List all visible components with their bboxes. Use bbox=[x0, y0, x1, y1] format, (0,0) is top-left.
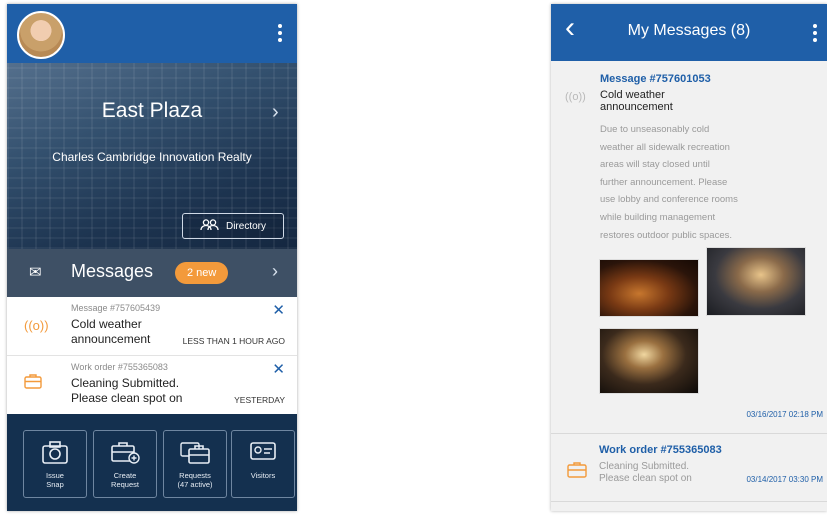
message-body-line: Due to unseasonably cold bbox=[600, 124, 710, 135]
page-title: My Messages (8) bbox=[627, 22, 751, 39]
message-body: Due to unseasonably cold weather all sid… bbox=[600, 121, 770, 244]
messages-list: ((o)) Message #757601053 Cold weather an… bbox=[551, 61, 827, 511]
notification-id: Message #757605439 bbox=[71, 303, 161, 313]
message-body-line: restores outdoor public spaces. bbox=[600, 229, 733, 241]
tile-label: Issue bbox=[46, 471, 64, 480]
messages-row[interactable]: ✉ Messages 2 new › bbox=[7, 249, 297, 297]
work-order-id: Work order #755365083 bbox=[599, 444, 722, 456]
message-body-line: areas will stay closed until bbox=[600, 159, 710, 171]
action-tiles: Issue Snap Create Request Requests (47 acti… bbox=[7, 414, 297, 511]
messages-screen: ‹ My Messages (8) ((o)) Message #7576010… bbox=[551, 4, 827, 511]
notification-time: LESS THAN 1 HOUR AGO bbox=[182, 336, 285, 346]
more-vert-icon[interactable] bbox=[278, 24, 282, 45]
message-date: 03/16/2017 02:18 PM bbox=[746, 410, 823, 419]
home-screen: East Plaza › Charles Cambridge Innovatio… bbox=[7, 4, 297, 511]
message-photo[interactable] bbox=[599, 328, 699, 394]
tile-label-line2: Snap bbox=[46, 480, 64, 489]
id-card-icon bbox=[232, 439, 294, 469]
divider bbox=[551, 433, 827, 434]
message-body-line: use lobby and conference rooms bbox=[600, 194, 738, 206]
message-id: Message #757601053 bbox=[600, 73, 711, 85]
tile-label-line2: (47 active) bbox=[177, 480, 213, 489]
requests-tile[interactable]: Requests (47 active) bbox=[163, 430, 227, 498]
app-top-bar: ‹ My Messages (8) bbox=[551, 4, 827, 61]
message-body-line: weather all sidewalk recreation bbox=[600, 141, 730, 153]
chevron-right-icon: › bbox=[272, 261, 278, 281]
notification-title-line2: Please clean spot on bbox=[71, 391, 183, 405]
notification-item[interactable]: ((o)) Message #757605439 ✕ Cold weather … bbox=[7, 297, 297, 356]
issue-snap-tile[interactable]: Issue Snap bbox=[23, 430, 87, 498]
company-name: Charles Cambridge Innovation Realty bbox=[52, 150, 252, 164]
message-photo[interactable] bbox=[599, 259, 699, 317]
directory-button[interactable]: Directory bbox=[182, 213, 284, 239]
broadcast-icon: ((o)) bbox=[24, 318, 49, 333]
message-photo[interactable] bbox=[706, 247, 806, 316]
app-top-bar bbox=[7, 4, 297, 63]
chevron-right-icon[interactable]: › bbox=[272, 101, 279, 124]
message-title-line2: announcement bbox=[600, 101, 673, 113]
notification-title-line2: announcement bbox=[71, 332, 151, 346]
message-body-line: further announcement. Please bbox=[600, 176, 728, 188]
people-icon bbox=[200, 218, 220, 234]
building-hero: East Plaza › Charles Cambridge Innovatio… bbox=[7, 63, 297, 249]
notification-title: Cold weather bbox=[71, 317, 142, 331]
close-icon[interactable]: ✕ bbox=[272, 301, 285, 319]
divider bbox=[551, 501, 827, 502]
directory-label: Directory bbox=[225, 220, 266, 232]
message-title: Cold weather bbox=[600, 89, 665, 101]
tile-label: Requests bbox=[179, 471, 211, 480]
envelope-icon: ✉ bbox=[29, 264, 42, 281]
briefcase-icon bbox=[567, 461, 587, 481]
camera-icon bbox=[24, 439, 86, 471]
briefcase-add-icon bbox=[94, 439, 156, 471]
notification-title: Cleaning Submitted. bbox=[71, 376, 180, 390]
messages-label: Messages bbox=[71, 261, 154, 281]
building-name[interactable]: East Plaza bbox=[7, 99, 297, 123]
more-vert-icon[interactable] bbox=[813, 24, 817, 45]
briefcases-icon bbox=[164, 439, 226, 471]
notification-time: YESTERDAY bbox=[234, 395, 285, 405]
broadcast-icon: ((o)) bbox=[565, 91, 586, 103]
message-body-line: while building management bbox=[600, 211, 716, 223]
work-order-line: Cleaning Submitted. bbox=[599, 461, 690, 472]
close-icon[interactable]: ✕ bbox=[272, 360, 285, 378]
notification-id: Work order #755365083 bbox=[71, 362, 168, 372]
tile-label-line2: Request bbox=[111, 480, 139, 489]
create-request-tile[interactable]: Create Request bbox=[93, 430, 157, 498]
visitors-tile[interactable]: Visitors bbox=[231, 430, 295, 498]
tile-label: Visitors bbox=[250, 471, 276, 480]
new-messages-badge: 2 new bbox=[175, 262, 229, 284]
work-order-line2: Please clean spot on bbox=[599, 473, 692, 484]
briefcase-icon bbox=[24, 373, 42, 392]
avatar[interactable] bbox=[17, 11, 65, 59]
work-order-date: 03/14/2017 03:30 PM bbox=[746, 475, 823, 484]
notification-item[interactable]: Work order #755365083 ✕ Cleaning Submitt… bbox=[7, 356, 297, 414]
tile-label: Create bbox=[113, 471, 137, 480]
